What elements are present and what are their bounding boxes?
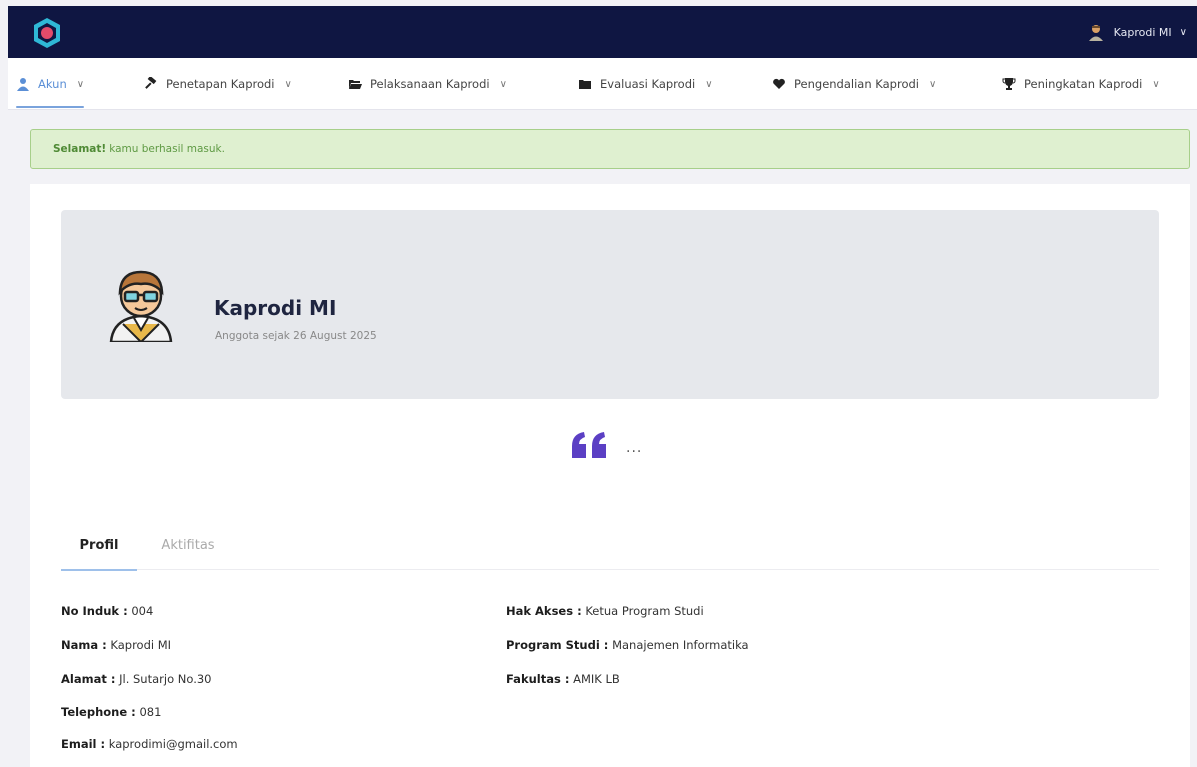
quote-icon (572, 432, 606, 458)
detail-hak-akses: Hak Akses : Ketua Program Studi (506, 604, 704, 618)
folder-icon (579, 80, 591, 89)
detail-label: Alamat : (61, 672, 116, 686)
nav-item-pelaksanaan[interactable]: Pelaksanaan Kaprodi ∨ (348, 58, 507, 110)
folder-open-icon (349, 80, 362, 89)
user-avatar-icon (1088, 25, 1103, 41)
detail-fakultas: Fakultas : AMIK LB (506, 672, 620, 686)
detail-label: Nama : (61, 638, 107, 652)
detail-value: Ketua Program Studi (585, 604, 704, 618)
detail-alamat: Alamat : Jl. Sutarjo No.30 (61, 672, 212, 686)
chevron-down-icon: ∨ (1179, 26, 1187, 38)
detail-value: Manajemen Informatika (612, 638, 749, 652)
nav-item-label: Evaluasi Kaprodi (600, 77, 696, 91)
detail-program-studi: Program Studi : Manajemen Informatika (506, 638, 749, 652)
detail-value: 081 (139, 705, 162, 719)
profile-quote: ... (626, 440, 643, 456)
profile-name: Kaprodi MI (214, 296, 337, 320)
app-logo-icon[interactable] (30, 16, 64, 50)
alert-title: Selamat! (53, 143, 107, 155)
member-since: Anggota sejak 26 August 2025 (215, 330, 377, 342)
detail-label: Hak Akses : (506, 604, 582, 618)
detail-label: Email : (61, 737, 106, 751)
success-alert: Selamat! kamu berhasil masuk. (30, 129, 1190, 169)
detail-telephone: Telephone : 081 (61, 705, 161, 719)
nav-item-pengendalian[interactable]: Pengendalian Kaprodi ∨ (772, 58, 936, 110)
user-icon (17, 78, 29, 91)
chevron-down-icon: ∨ (499, 78, 507, 90)
detail-value: AMIK LB (573, 672, 620, 686)
top-bar: Kaprodi MI ∨ (8, 6, 1197, 58)
detail-no-induk: No Induk : 004 (61, 604, 153, 618)
nav-item-peningkatan[interactable]: Peningkatan Kaprodi ∨ (1002, 58, 1160, 110)
profile-tabs: Profil Aktifitas (61, 520, 1159, 571)
nav-item-evaluasi[interactable]: Evaluasi Kaprodi ∨ (578, 58, 713, 110)
detail-label: Telephone : (61, 705, 136, 719)
detail-label: Program Studi : (506, 638, 609, 652)
nav-item-akun[interactable]: Akun ∨ (16, 58, 85, 110)
avatar (109, 270, 173, 342)
detail-value: kaprodimi@gmail.com (108, 737, 238, 751)
chevron-down-icon: ∨ (928, 78, 937, 90)
user-menu[interactable]: Kaprodi MI ∨ (1086, 21, 1187, 43)
gavel-icon (145, 77, 157, 89)
detail-value: 004 (131, 604, 154, 618)
nav-item-label: Pelaksanaan Kaprodi (370, 77, 490, 91)
user-menu-name: Kaprodi MI (1113, 25, 1172, 39)
nav-item-label: Peningkatan Kaprodi (1024, 77, 1143, 91)
detail-label: Fakultas : (506, 672, 570, 686)
chevron-down-icon: ∨ (705, 78, 713, 90)
main-nav: Akun ∨ Penetapan Kaprodi ∨ Pelaksanaan K… (8, 58, 1197, 110)
tab-profil[interactable]: Profil (61, 520, 137, 571)
nav-item-penetapan[interactable]: Penetapan Kaprodi ∨ (144, 58, 292, 110)
profile-header: Kaprodi MI Anggota sejak 26 August 2025 (61, 210, 1159, 399)
chevron-down-icon: ∨ (76, 78, 85, 90)
tab-aktifitas[interactable]: Aktifitas (153, 520, 223, 570)
nav-item-label: Penetapan Kaprodi (166, 77, 275, 91)
trophy-icon (1002, 78, 1016, 90)
detail-email: Email : kaprodimi@gmail.com (61, 737, 238, 751)
nav-item-label: Akun (38, 77, 67, 91)
detail-label: No Induk : (61, 604, 128, 618)
chevron-down-icon: ∨ (1152, 78, 1160, 90)
nav-item-label: Pengendalian Kaprodi (794, 77, 919, 91)
detail-value: Kaprodi MI (110, 638, 172, 652)
alert-message: kamu berhasil masuk. (109, 143, 225, 155)
detail-value: Jl. Sutarjo No.30 (119, 672, 212, 686)
chevron-down-icon: ∨ (284, 78, 292, 90)
profile-card: Kaprodi MI Anggota sejak 26 August 2025 … (30, 184, 1190, 767)
heart-icon (773, 78, 785, 89)
detail-nama: Nama : Kaprodi MI (61, 638, 171, 652)
